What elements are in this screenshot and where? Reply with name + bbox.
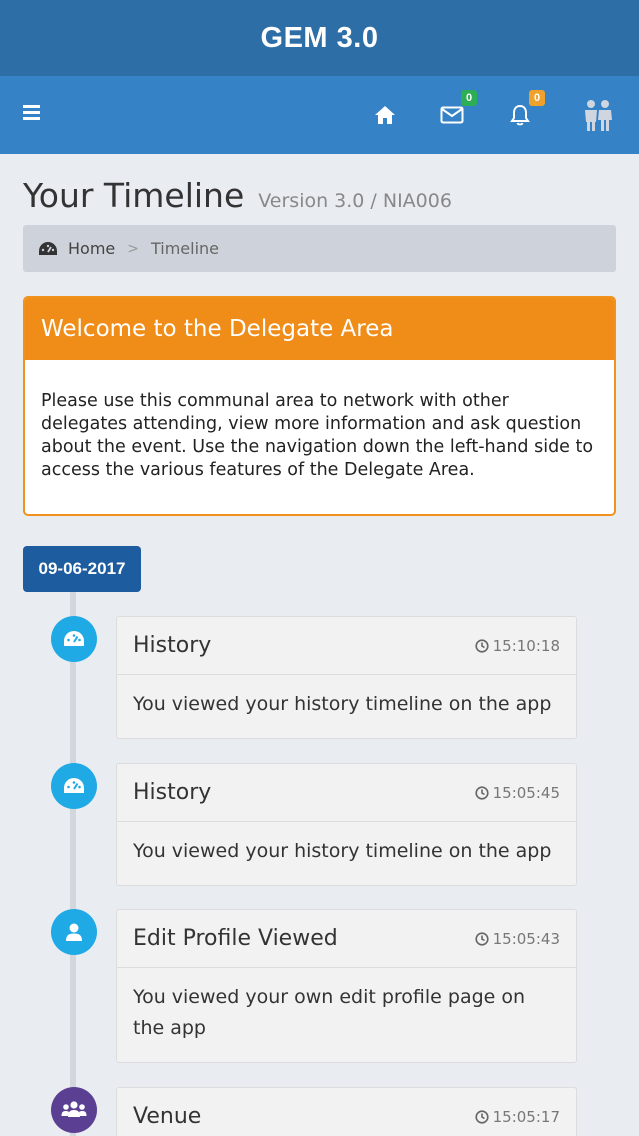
timeline-item-title: Venue — [133, 1104, 202, 1129]
menu-icon-line — [23, 111, 40, 114]
notifications-badge: 0 — [529, 90, 545, 106]
timeline-item-time-text: 15:10:18 — [492, 636, 560, 655]
page-header: Your Timeline Version 3.0 / NIA006 — [23, 176, 452, 215]
dashboard-icon — [39, 241, 57, 255]
menu-icon-line — [23, 117, 40, 120]
timeline-item-time: 15:05:17 — [475, 1108, 560, 1126]
timeline-item-time-text: 15:05:17 — [492, 1107, 560, 1126]
clock-icon — [475, 931, 489, 946]
timeline-item-text: You viewed your own edit profile page on… — [133, 986, 526, 1039]
delegates-button[interactable] — [578, 98, 618, 132]
home-icon — [375, 106, 395, 124]
timeline-item-time-text: 15:05:45 — [492, 783, 560, 802]
clock-icon — [475, 785, 489, 800]
welcome-heading: Welcome to the Delegate Area — [25, 298, 614, 360]
app-title-bar: GEM 3.0 — [0, 0, 639, 76]
timeline-item[interactable]: History 15:05:45 You viewed your history… — [116, 763, 577, 886]
home-button[interactable] — [368, 98, 402, 132]
timeline-item[interactable]: History 15:10:18 You viewed your history… — [116, 616, 577, 739]
timeline-item-text: You viewed your history timeline on the … — [133, 693, 552, 715]
breadcrumb-separator: > — [127, 240, 139, 257]
timeline-item-header: Edit Profile Viewed 15:05:43 — [117, 910, 576, 968]
clock-icon — [475, 638, 489, 653]
messages-badge: 0 — [461, 90, 477, 106]
breadcrumb-home-link[interactable]: Home — [68, 239, 115, 258]
welcome-panel: Welcome to the Delegate Area Please use … — [23, 296, 616, 516]
timeline-bubble — [51, 616, 97, 662]
bell-icon — [510, 104, 530, 126]
messages-button[interactable]: 0 — [435, 90, 477, 132]
page-title: Your Timeline — [23, 176, 245, 215]
timeline-item-header: History 15:10:18 — [117, 617, 576, 675]
timeline-item-title: History — [133, 780, 212, 805]
timeline-item-header: History 15:05:45 — [117, 764, 576, 822]
menu-button[interactable] — [20, 102, 46, 128]
timeline-bubble — [51, 1087, 97, 1133]
menu-icon-line — [23, 105, 40, 108]
delegates-icon — [585, 100, 612, 131]
user-icon — [66, 923, 82, 941]
clock-icon — [475, 1109, 489, 1124]
timeline-bubble — [51, 909, 97, 955]
welcome-body: Please use this communal area to network… — [41, 391, 594, 480]
timeline-item-title: History — [133, 633, 212, 658]
timeline-item-time: 15:10:18 — [475, 637, 560, 655]
page-subtitle: Version 3.0 / NIA006 — [258, 190, 452, 212]
timeline-item-time: 15:05:43 — [475, 930, 560, 948]
dashboard-icon — [64, 778, 84, 793]
group-icon — [61, 1101, 87, 1117]
timeline-item-title: Edit Profile Viewed — [133, 926, 338, 951]
nav-bar: 0 0 — [0, 76, 639, 154]
timeline-item-header: Venue 15:05:17 — [117, 1088, 576, 1136]
dashboard-icon — [64, 631, 84, 646]
breadcrumb-current: Timeline — [150, 239, 220, 258]
app-title: GEM 3.0 — [260, 21, 379, 54]
timeline-bubble — [51, 763, 97, 809]
envelope-icon — [440, 106, 464, 124]
timeline-item-time: 15:05:45 — [475, 784, 560, 802]
timeline-line — [70, 592, 76, 1136]
timeline-date-label: 09-06-2017 — [23, 546, 141, 592]
timeline-item-time-text: 15:05:43 — [492, 929, 560, 948]
breadcrumb: Home > Timeline — [23, 225, 616, 272]
notifications-button[interactable]: 0 — [503, 90, 545, 132]
timeline-item[interactable]: Venue 15:05:17 — [116, 1087, 577, 1136]
timeline-item[interactable]: Edit Profile Viewed 15:05:43 You viewed … — [116, 909, 577, 1063]
timeline-item-text: You viewed your history timeline on the … — [133, 840, 552, 862]
